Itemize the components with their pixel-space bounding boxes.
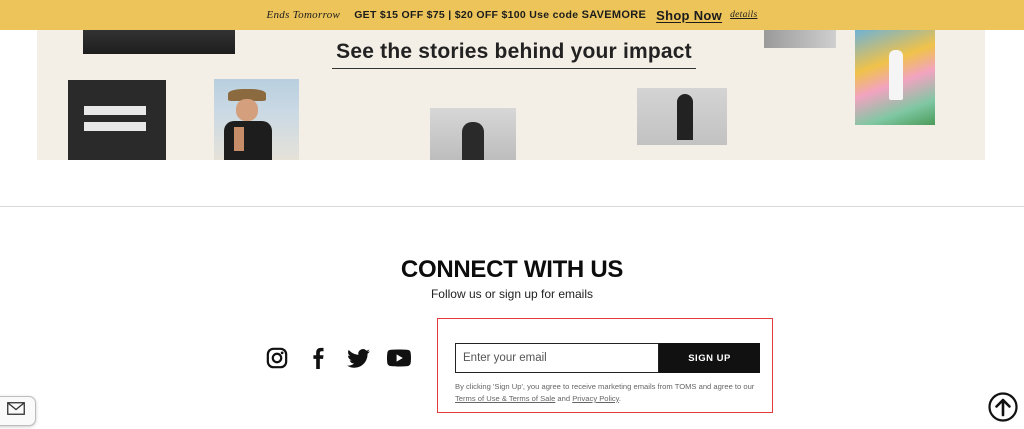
email-signup-widget[interactable] [0,396,36,426]
promo-ends-text: Ends Tomorrow [266,9,341,21]
impact-stories-section: See the stories behind your impact [37,30,985,160]
terms-link[interactable]: Terms of Use & Terms of Sale [455,394,555,403]
arrow-up-circle-icon [987,392,1018,427]
impact-title-link[interactable]: See the stories behind your impact [332,40,696,69]
connect-title: CONNECT WITH US [400,256,624,283]
story-photo[interactable] [68,80,166,160]
section-divider [0,206,1024,207]
envelope-icon [7,402,25,420]
connect-subtitle: Follow us or sign up for emails [430,287,594,301]
facebook-icon[interactable] [309,345,327,371]
promo-details-link[interactable]: details [730,10,757,20]
promo-banner: Ends Tomorrow GET $15 OFF $75 | $20 OFF … [0,0,1024,30]
story-photo[interactable] [214,79,299,160]
story-photo[interactable] [83,30,235,54]
sign-up-button[interactable]: SIGN UP [659,343,760,373]
twitter-icon[interactable] [345,345,371,371]
promo-code: SAVEMORE [581,9,647,21]
youtube-icon[interactable] [386,345,412,371]
promo-offer-text: GET $15 OFF $75 | $20 OFF $100 Use code … [354,9,647,21]
instagram-icon[interactable] [264,345,290,371]
signup-legal-text: By clicking 'Sign Up', you agree to rece… [455,382,755,403]
story-photo[interactable] [430,108,516,160]
story-photo[interactable] [637,88,727,145]
shop-now-link[interactable]: Shop Now [656,8,722,23]
privacy-policy-link[interactable]: Privacy Policy [572,394,619,403]
scroll-to-top-button[interactable] [987,392,1018,427]
story-photo[interactable] [764,30,836,48]
story-photo[interactable] [855,30,935,125]
email-input[interactable] [455,343,659,373]
